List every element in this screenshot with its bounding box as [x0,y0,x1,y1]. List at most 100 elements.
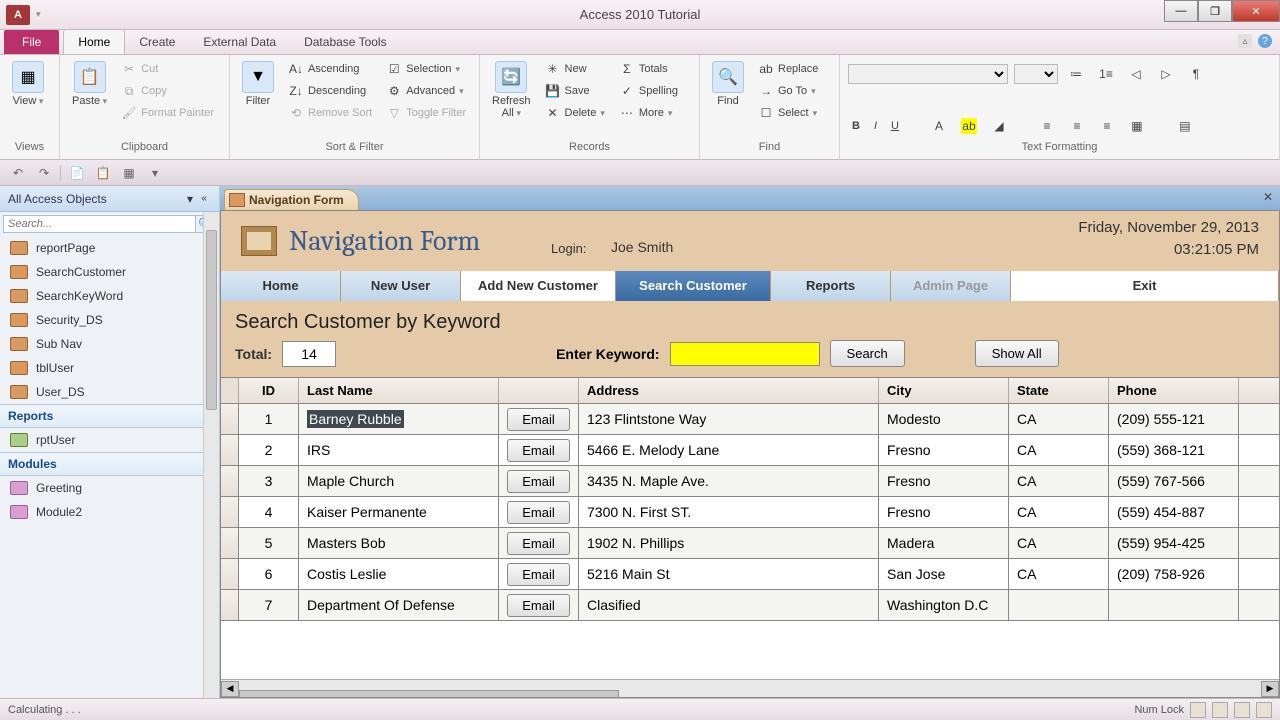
font-color-button[interactable]: A [927,116,951,136]
alternate-row-button[interactable]: ▤ [1173,116,1197,136]
cell-city[interactable]: San Jose [879,559,1009,589]
reports-category[interactable]: Reports▴ [0,404,219,428]
nav-dropdown-icon[interactable]: ▾ [187,192,193,206]
filter-button[interactable]: ▼Filter [238,59,278,109]
cell-phone[interactable]: (209) 555-121 [1109,404,1239,434]
remove-sort-button[interactable]: ⟲Remove Sort [284,103,376,123]
select-button[interactable]: ☐Select [754,103,822,123]
decrease-indent-button[interactable]: ◁ [1124,64,1148,84]
nav-item[interactable]: User_DS [0,380,219,404]
help-icon[interactable]: ? [1258,34,1272,48]
nav-scrollbar[interactable] [203,212,219,698]
qat-more-button[interactable]: ▾ [145,163,165,183]
cell-phone[interactable]: (559) 767-566 [1109,466,1239,496]
tab-admin[interactable]: Admin Page [891,271,1011,301]
copy-button[interactable]: ⧉Copy [117,81,218,101]
row-selector[interactable] [221,497,239,527]
cell-id[interactable]: 1 [239,404,299,434]
cell-last-name[interactable]: Department Of Defense [299,590,499,620]
table-row[interactable]: 7Department Of DefenseEmailClasifiedWash… [221,590,1279,621]
cell-address[interactable]: Clasified [579,590,879,620]
tab-exit[interactable]: Exit [1011,271,1279,301]
tab-reports[interactable]: Reports [771,271,891,301]
nav-item[interactable]: Security_DS [0,308,219,332]
more-records-button[interactable]: ⋯More [615,103,682,123]
modules-category[interactable]: Modules▴ [0,452,219,476]
ribbon-minimize-icon[interactable]: ▵ [1238,34,1252,48]
cell-phone[interactable]: (559) 954-425 [1109,528,1239,558]
numbering-button[interactable]: 1≡ [1094,64,1118,84]
cell-last-name[interactable]: Costis Leslie [299,559,499,589]
refresh-all-button[interactable]: 🔄Refresh All [488,59,535,121]
cell-city[interactable]: Washington D.C [879,590,1009,620]
redo-button[interactable]: ↷ [34,163,54,183]
view-design-icon[interactable] [1256,702,1272,718]
cell-address[interactable]: 5216 Main St [579,559,879,589]
nav-collapse-icon[interactable]: « [197,192,211,206]
cell-address[interactable]: 7300 N. First ST. [579,497,879,527]
toggle-filter-button[interactable]: ▽Toggle Filter [382,103,470,123]
cell-state[interactable]: CA [1009,435,1109,465]
col-last-name[interactable]: Last Name [299,378,499,403]
row-selector[interactable] [221,466,239,496]
tab-home[interactable]: Home [221,271,341,301]
email-button[interactable]: Email [507,470,570,493]
cell-state[interactable] [1009,590,1109,620]
align-right-button[interactable]: ≡ [1095,116,1119,136]
fill-color-button[interactable]: ◢ [987,116,1011,136]
email-button[interactable]: Email [507,563,570,586]
align-center-button[interactable]: ≡ [1065,116,1089,136]
save-record-button[interactable]: 💾Save [541,81,609,101]
qat-btn-1[interactable]: 📄 [67,163,87,183]
nav-item[interactable]: SearchKeyWord [0,284,219,308]
search-button[interactable]: Search [830,340,905,367]
cell-last-name[interactable]: Kaiser Permanente [299,497,499,527]
cell-id[interactable]: 7 [239,590,299,620]
cell-state[interactable]: CA [1009,528,1109,558]
qat-btn-2[interactable]: 📋 [93,163,113,183]
cell-state[interactable]: CA [1009,466,1109,496]
font-family-select[interactable] [848,64,1008,84]
external-data-tab[interactable]: External Data [189,30,290,54]
cell-id[interactable]: 2 [239,435,299,465]
cell-address[interactable]: 1902 N. Phillips [579,528,879,558]
increase-indent-button[interactable]: ▷ [1154,64,1178,84]
cell-id[interactable]: 6 [239,559,299,589]
app-dropdown-icon[interactable]: ▾ [36,9,41,20]
highlight-button[interactable]: ab [957,116,981,136]
paste-button[interactable]: 📋Paste [68,59,111,109]
cell-phone[interactable]: (209) 758-926 [1109,559,1239,589]
cell-state[interactable]: CA [1009,404,1109,434]
cell-last-name[interactable]: IRS [299,435,499,465]
tab-new-user[interactable]: New User [341,271,461,301]
cell-id[interactable]: 4 [239,497,299,527]
cell-id[interactable]: 3 [239,466,299,496]
nav-search-input[interactable] [3,215,196,233]
view-form-icon[interactable] [1190,702,1206,718]
email-button[interactable]: Email [507,501,570,524]
format-painter-button[interactable]: 🖌Format Painter [117,103,218,123]
email-button[interactable]: Email [507,532,570,555]
nav-item[interactable]: reportPage [0,236,219,260]
row-selector[interactable] [221,435,239,465]
cell-address[interactable]: 123 Flintstone Way [579,404,879,434]
table-row[interactable]: 5Masters BobEmail1902 N. PhillipsMaderaC… [221,528,1279,559]
replace-button[interactable]: abReplace [754,59,822,79]
horizontal-scrollbar[interactable]: ◀ ▶ [221,679,1279,697]
table-row[interactable]: 1Barney RubbleEmail123 Flintstone WayMod… [221,404,1279,435]
col-state[interactable]: State [1009,378,1109,403]
cell-city[interactable]: Fresno [879,466,1009,496]
minimize-button[interactable]: — [1164,0,1198,22]
col-id[interactable]: ID [239,378,299,403]
undo-button[interactable]: ↶ [8,163,28,183]
table-row[interactable]: 2IRSEmail5466 E. Melody LaneFresnoCA(559… [221,435,1279,466]
close-tab-icon[interactable]: ✕ [1260,189,1276,205]
goto-button[interactable]: →Go To [754,81,822,101]
table-row[interactable]: 3Maple ChurchEmail3435 N. Maple Ave.Fres… [221,466,1279,497]
create-tab[interactable]: Create [125,30,189,54]
nav-item[interactable]: tblUser [0,356,219,380]
cell-state[interactable]: CA [1009,559,1109,589]
view-button[interactable]: ▦View [8,59,48,109]
row-selector[interactable] [221,559,239,589]
row-selector[interactable] [221,590,239,620]
